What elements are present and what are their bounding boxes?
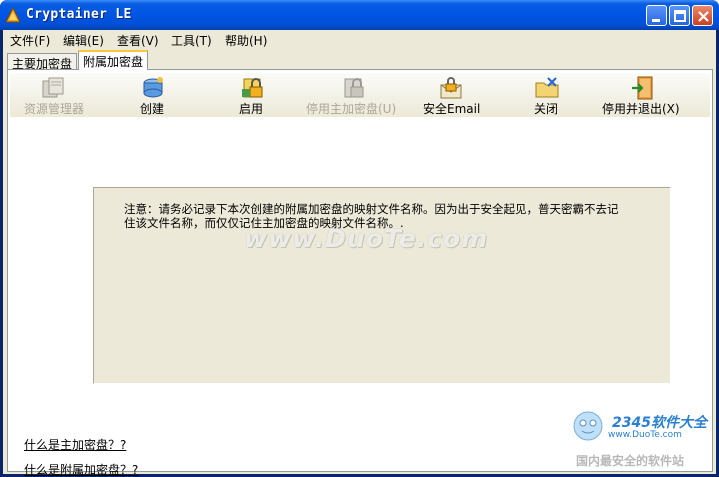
enable-lock-icon [242, 78, 263, 98]
notice-box: 注意：请务必记录下本次创建的附属加密盘的映射文件名称。因为出于安全起见，普天密霸… [93, 187, 671, 384]
menu-file[interactable]: 文件(F) [10, 32, 50, 49]
maximize-button[interactable] [669, 5, 690, 26]
tab-main-disk[interactable]: 主要加密盘 [7, 53, 78, 71]
enable-button[interactable]: 启用 [228, 73, 278, 117]
app-logo-icon [5, 7, 21, 23]
logo-url: www.DuoTe.com [608, 430, 682, 440]
app-window: Cryptainer LE 文件(F) 编辑(E) 查看(V) 工具(T) 帮助… [0, 0, 719, 477]
notice-line-1: 注意：请务必记录下本次创建的附属加密盘的映射文件名称。因为出于安全起见，普天密霸… [124, 202, 619, 216]
menu-view[interactable]: 查看(V) [117, 32, 159, 49]
explorer-button[interactable]: 资源管理器 [18, 73, 88, 117]
create-button[interactable]: 创建 [128, 73, 178, 117]
explorer-label: 资源管理器 [24, 102, 85, 116]
menu-help[interactable]: 帮助(H) [225, 32, 267, 49]
menu-tools[interactable]: 工具(T) [171, 32, 212, 49]
secure-email-button[interactable]: 安全Email [420, 73, 482, 117]
tab-sub-disk[interactable]: 附属加密盘 [78, 50, 149, 70]
minimize-icon [652, 19, 660, 22]
close-disk-label: 关闭 [534, 102, 559, 116]
secure-email-label: 安全Email [423, 102, 481, 116]
close-disk-button[interactable]: 关闭 [522, 73, 572, 117]
window-title: Cryptainer LE [26, 7, 132, 22]
logo-brand: 2345软件大全 [612, 415, 707, 431]
tab-panel: 资源管理器 创建 启用 停用主加密盘(U) 安全Email 关闭 停用并退出(X… [7, 69, 713, 477]
logo-slogan: 国内最安全的软件站 [576, 454, 685, 468]
disable-exit-label: 停用并退出(X) [602, 102, 680, 116]
mascot-logo-icon [573, 411, 603, 441]
create-disk-icon [143, 77, 163, 98]
disable-main-button[interactable]: 停用主加密盘(U) [306, 73, 402, 117]
maximize-icon [674, 10, 686, 22]
close-window-button[interactable] [692, 5, 713, 26]
link-what-is-sub-disk[interactable]: 什么是附属加密盘？? [24, 461, 138, 477]
disable-main-icon [344, 78, 364, 98]
link-what-is-main-disk[interactable]: 什么是主加密盘？? [24, 436, 126, 453]
tab-strip: 主要加密盘 附属加密盘 [3, 50, 716, 71]
exit-door-icon [632, 76, 653, 100]
create-label: 创建 [140, 102, 165, 116]
menu-edit[interactable]: 编辑(E) [63, 32, 104, 49]
minimize-button[interactable] [646, 5, 667, 26]
close-folder-icon [535, 77, 559, 98]
enable-label: 启用 [239, 102, 264, 116]
close-icon [698, 11, 709, 22]
client-area: 文件(F) 编辑(E) 查看(V) 工具(T) 帮助(H) 主要加密盘 附属加密… [3, 30, 716, 477]
watermark-text: www.DuoTe.com [244, 224, 489, 253]
toolbar: 资源管理器 创建 启用 停用主加密盘(U) 安全Email 关闭 停用并退出(X… [10, 73, 710, 117]
menu-bar: 文件(F) 编辑(E) 查看(V) 工具(T) 帮助(H) [3, 30, 716, 49]
secure-email-icon [440, 77, 462, 99]
explorer-icon [42, 77, 64, 98]
corner-logo: 2345软件大全 www.DuoTe.com 国内最安全的软件站 [568, 400, 708, 470]
title-bar[interactable]: Cryptainer LE [0, 0, 719, 30]
disable-exit-button[interactable]: 停用并退出(X) [600, 73, 686, 117]
disable-main-label: 停用主加密盘(U) [306, 102, 397, 116]
